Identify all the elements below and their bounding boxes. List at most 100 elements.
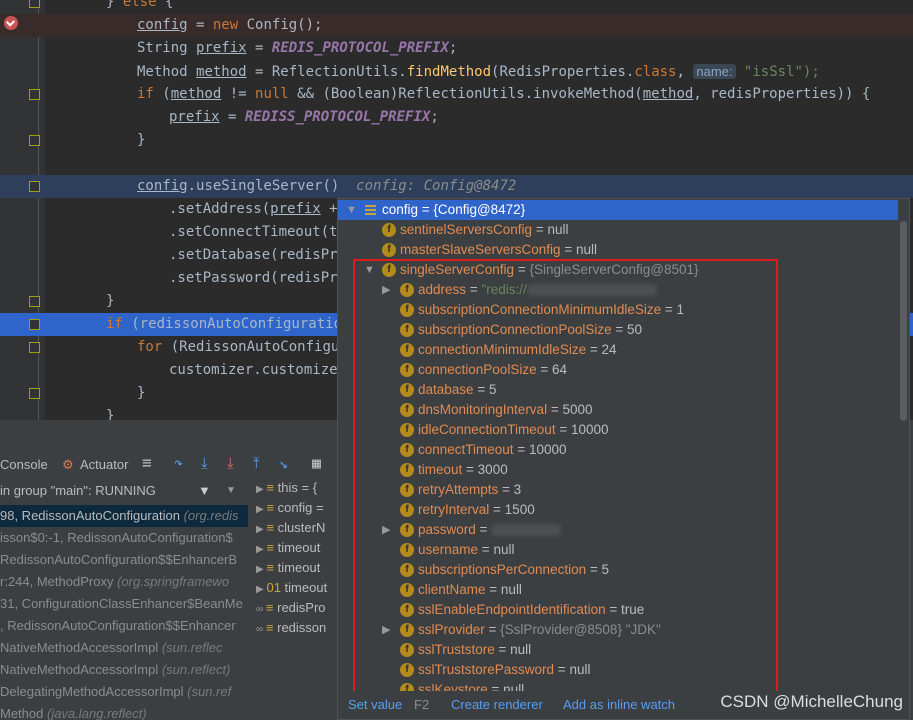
code-token: method (642, 86, 694, 102)
code-text: for (RedissonAutoConfigur (137, 336, 348, 359)
step-out-icon[interactable]: ⤒ (253, 452, 260, 474)
menu-icon[interactable]: ≡ (142, 452, 152, 474)
actuator-icon[interactable]: ⚙ (62, 454, 74, 476)
variable-row[interactable]: ▶ ≡ this = { (256, 478, 317, 498)
thread-selector[interactable]: in group "main": RUNNING ▼ ▼ (0, 480, 248, 502)
popup-row-sentinelServersConfig[interactable]: f sentinelServersConfig = null (338, 220, 898, 240)
object-list-icon (365, 205, 376, 215)
code-token: ; (448, 40, 458, 56)
stack-frame[interactable]: RedissonAutoConfiguration$$EnhancerB (0, 549, 248, 571)
fold-icon[interactable] (29, 388, 40, 399)
create-renderer-link[interactable]: Create renderer (451, 691, 543, 719)
stack-frame[interactable]: , RedissonAutoConfiguration$$Enhancer (0, 615, 248, 637)
code-token: && (Boolean)ReflectionUtils.invokeMethod… (288, 86, 643, 102)
code-token: new (212, 17, 239, 33)
chevron-down-icon[interactable]: ▼ (226, 480, 236, 502)
step-over-icon[interactable]: ↷ (174, 452, 183, 474)
frame-text: Method (0, 706, 47, 720)
tab-actuator[interactable]: Actuator (80, 454, 128, 476)
stack-frame[interactable]: DelegatingMethodAccessorImpl (sun.ref (0, 681, 248, 703)
code-text: prefix = REDISS_PROTOCOL_PREFIX; (169, 106, 439, 129)
field-value: null (547, 222, 569, 237)
param-hint: name: (693, 64, 736, 79)
fold-icon[interactable] (29, 0, 40, 8)
code-token: = (219, 109, 245, 125)
code-token: method (196, 64, 247, 80)
run-to-cursor-icon[interactable]: ↘ (279, 452, 288, 474)
code-line-useSingle[interactable]: config.useSingleServer() config: Config@… (0, 175, 913, 198)
inspect-popup[interactable]: ▼ config = {Config@8472} f sentinelServersC… (337, 198, 910, 720)
code-line-else[interactable]: } else { (0, 0, 913, 14)
code-token: Config(); (238, 17, 323, 33)
frame-package: (sun.reflec (161, 640, 223, 655)
variable-row[interactable]: ▶ ≡ timeout (256, 558, 320, 578)
variable-label: redisPro (277, 600, 326, 615)
variable-row[interactable]: ▶ ≡ clusterN (256, 518, 325, 538)
frame-package: (org.redis (183, 508, 239, 523)
code-token: (redissonAutoConfiguration (122, 316, 351, 332)
stack-frame[interactable]: r:244, MethodProxy (org.springframewo (0, 571, 248, 593)
code-line-close1[interactable]: } (0, 129, 913, 152)
code-token: class (634, 64, 677, 80)
variable-row[interactable]: ▶ ≡ config = (256, 498, 324, 518)
set-value-link[interactable]: Set value (348, 691, 402, 719)
fold-icon[interactable] (29, 319, 40, 330)
expand-arrow-icon: ▶ (256, 564, 267, 575)
frames-list[interactable]: 98, RedissonAutoConfiguration (org.redis… (0, 505, 248, 720)
code-text: String prefix = REDIS_PROTOCOL_PREFIX; (137, 37, 457, 60)
stack-frame[interactable]: 98, RedissonAutoConfiguration (org.redis (0, 505, 248, 527)
expand-arrow-icon: ▶ (256, 544, 267, 555)
variable-label: redisson (277, 620, 327, 635)
code-line-config-new[interactable]: config = new Config(); (0, 14, 913, 37)
popup-row-masterSlaveServersConfig[interactable]: f masterSlaveServersConfig = null (338, 240, 898, 260)
popup-scrollbar[interactable] (900, 221, 907, 421)
tab-console[interactable]: Console (0, 454, 48, 476)
fold-icon[interactable] (29, 89, 40, 100)
code-line-prefix2[interactable]: prefix = REDISS_PROTOCOL_PREFIX; (0, 106, 913, 129)
fold-icon[interactable] (29, 342, 40, 353)
variable-label: config = (277, 500, 324, 515)
frame-package: (java.lang.reflect) (46, 706, 147, 720)
field-name: config (382, 202, 419, 217)
variable-type-icon: ≡ (265, 620, 278, 635)
fold-icon[interactable] (29, 181, 40, 192)
code-text: customizer.customize( (169, 359, 346, 382)
variable-row[interactable]: ∞ ≡ redisPro (256, 598, 326, 618)
code-line-blank[interactable] (0, 152, 913, 175)
breakpoint-icon[interactable] (4, 16, 18, 30)
code-text: config.useSingleServer() config: Config@… (137, 175, 516, 198)
frame-text: NativeMethodAccessorImpl (0, 662, 162, 677)
variable-row[interactable]: ∞ ≡ redisson (256, 618, 326, 638)
expand-arrow-icon: ▶ (256, 484, 267, 495)
code-text: } else { (106, 0, 173, 14)
fold-icon[interactable] (29, 296, 40, 307)
popup-row-config[interactable]: ▼ config = {Config@8472} (338, 200, 898, 220)
code-text: } (137, 129, 145, 152)
evaluate-icon[interactable]: ▦ (312, 452, 321, 474)
field-text: sentinelServersConfig = null (400, 220, 568, 240)
stack-frame[interactable]: 31, ConfigurationClassEnhancer$BeanMe (0, 593, 248, 615)
add-inline-watch-link[interactable]: Add as inline watch (563, 691, 675, 719)
variable-row[interactable]: ▶ ≡ timeout (256, 538, 320, 558)
code-line-if-method[interactable]: if (method != null && (Boolean)Reflectio… (0, 83, 913, 106)
code-line-prefix[interactable]: String prefix = REDIS_PROTOCOL_PREFIX; (0, 37, 913, 60)
fold-icon[interactable] (29, 135, 40, 146)
code-text: if (method != null && (Boolean)Reflectio… (137, 83, 870, 106)
variable-row[interactable]: ▶ 01 timeout (256, 578, 327, 598)
step-into-icon[interactable]: ⤓ (201, 452, 208, 474)
stack-frame[interactable]: NativeMethodAccessorImpl (sun.reflect) (0, 659, 248, 681)
code-token: config (137, 178, 188, 194)
stack-frame[interactable]: NativeMethodAccessorImpl (sun.reflec (0, 637, 248, 659)
variable-type-icon: ≡ (266, 500, 278, 515)
code-token: if (137, 86, 154, 102)
stack-frame[interactable]: isson$0:-1, RedissonAutoConfiguration$ (0, 527, 248, 549)
frame-package: (org.springframewo (117, 574, 230, 589)
expand-arrow-icon: ▶ (256, 584, 267, 595)
code-line-method[interactable]: Method method = ReflectionUtils.findMeth… (0, 60, 913, 83)
collapse-arrow-icon[interactable]: ▼ (346, 200, 357, 220)
equals-sign: = (418, 202, 434, 217)
filter-icon[interactable]: ▼ (198, 480, 211, 502)
stack-frame[interactable]: Method (java.lang.reflect) (0, 703, 248, 720)
string-literal: "isSsl"); (735, 64, 820, 80)
force-step-into-icon[interactable]: ⤓ (227, 452, 234, 474)
